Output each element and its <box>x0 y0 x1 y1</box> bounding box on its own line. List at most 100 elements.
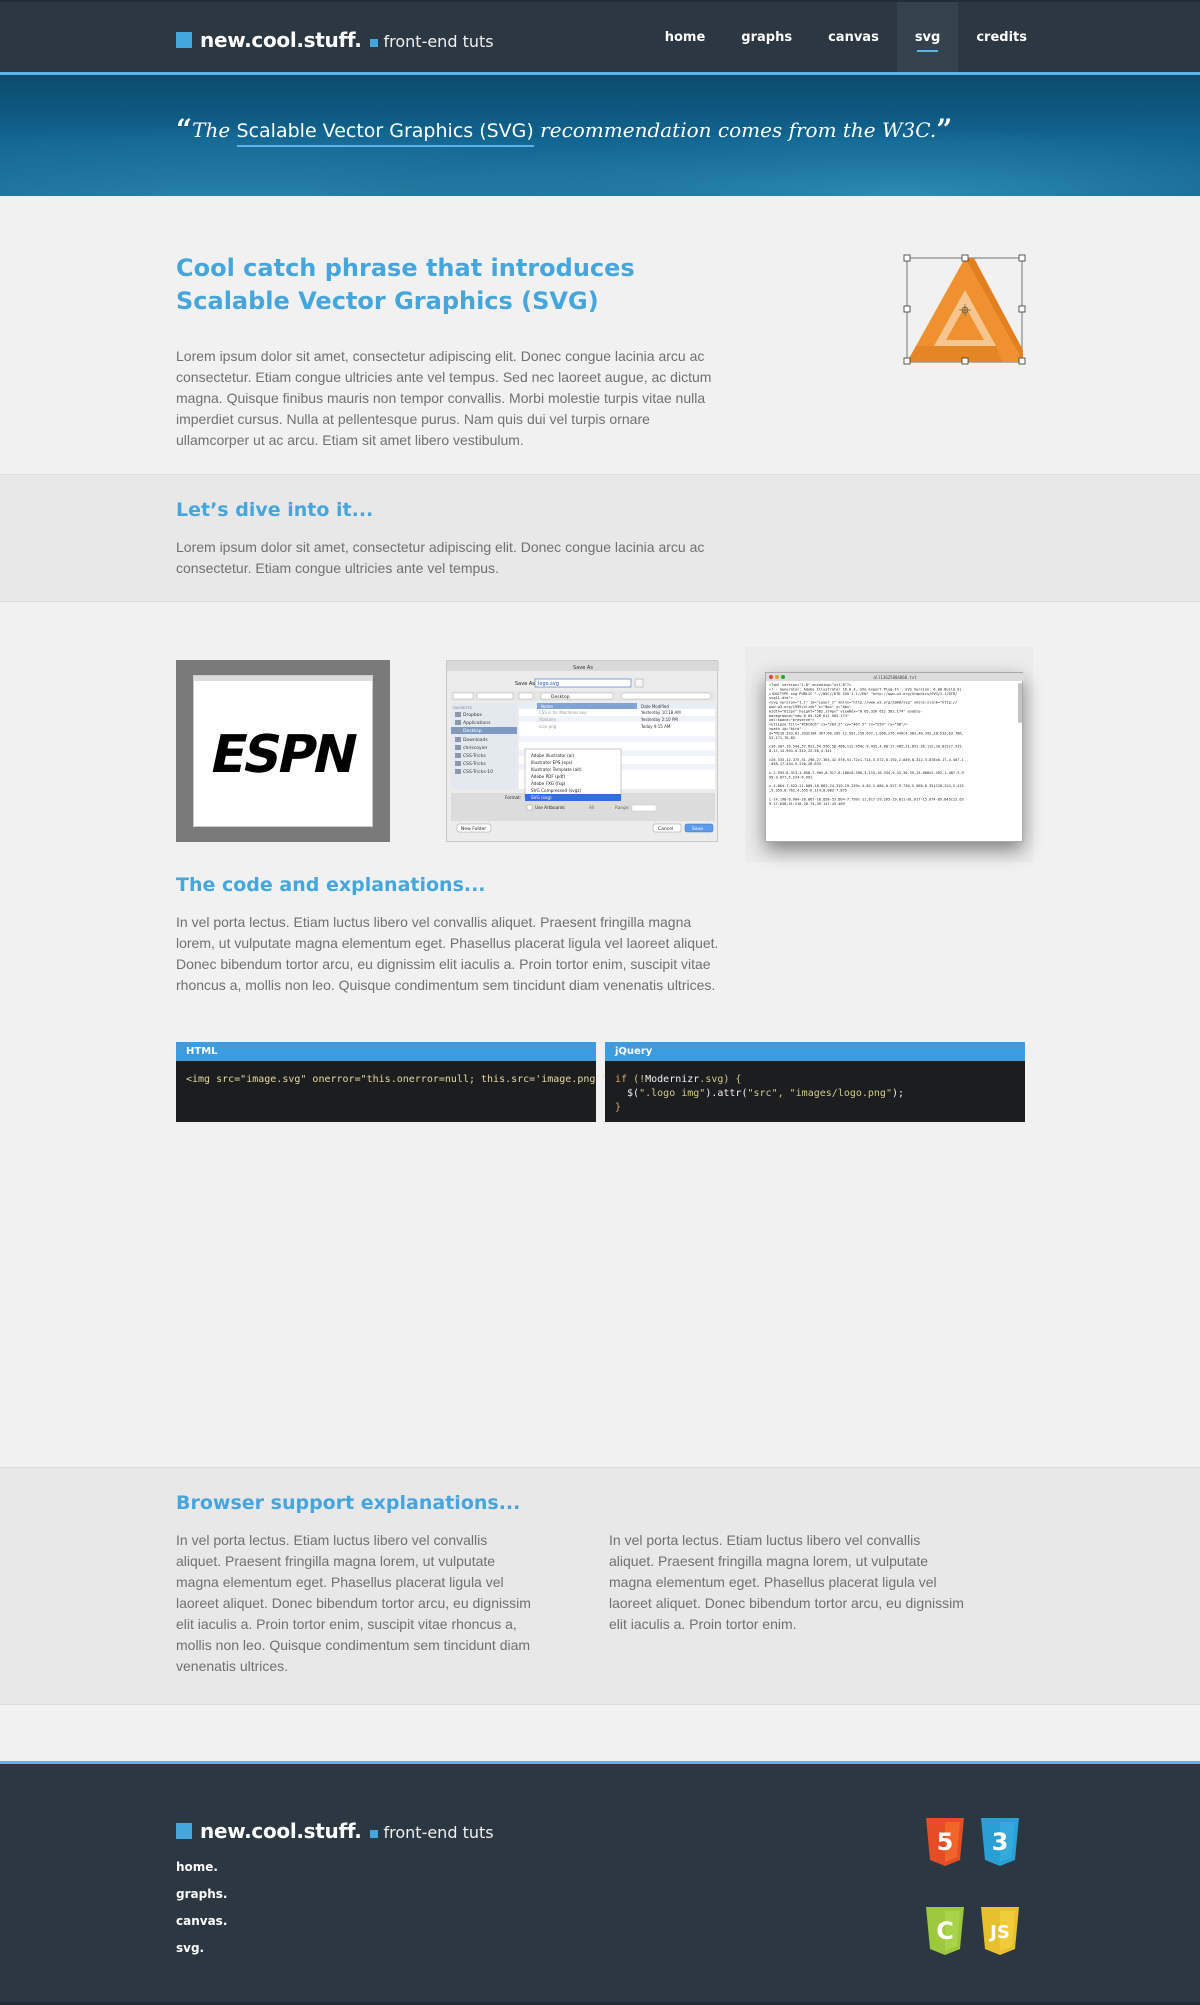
banner-quote: “The Scalable Vector Graphics (SVG) reco… <box>176 113 953 147</box>
svg-text:Illustrator Template (ait): Illustrator Template (ait) <box>531 767 582 772</box>
html5-icon: 5 <box>926 1818 964 1866</box>
nav-graphs[interactable]: graphs <box>723 2 810 72</box>
save-dialog-title: Save As <box>573 665 593 671</box>
footer-link-graphs[interactable]: graphs. <box>176 1887 227 1914</box>
svg-source-line: 0.17,14.943-0.312,22.56,4.341 <box>769 749 832 753</box>
svg-text:Adobe PDF (pdf): Adobe PDF (pdf) <box>531 774 565 779</box>
col-name-header: Name <box>541 704 553 709</box>
code-section: The code and explanations... In vel port… <box>0 852 1200 1467</box>
intro-heading-line2: Scalable Vector Graphics (SVG) <box>176 287 599 315</box>
quote-highlight-link[interactable]: Scalable Vector Graphics (SVG) <box>236 120 534 147</box>
svg-source-line: d="M210.333,61.333C184.367,66.105-12.501… <box>769 731 964 735</box>
svg-source-line: c-1.864-7.522-11.009-18.862-24.319-19.22… <box>769 784 964 788</box>
svg-text:Downloads: Downloads <box>463 737 488 743</box>
footer-link-svg[interactable]: svg. <box>176 1941 227 1968</box>
brand-logo[interactable]: new.cool.stuff. front-end tuts <box>176 28 494 52</box>
svg-source-line: c26.333,12.375,31.296,27.363,42.976,51.7… <box>769 758 964 762</box>
svg-source-line: .058-17.454-5.226-26.633 <box>769 762 821 766</box>
nav-home[interactable]: home <box>647 2 724 72</box>
svg-text:all13625004860.txt: all13625004860.txt <box>873 675 917 680</box>
nav-credits[interactable]: credits <box>958 2 1045 72</box>
jquery-code-snippet[interactable]: if (!Modernizr.svg) { $(".logo img").att… <box>605 1061 1025 1127</box>
close-quote-mark: ” <box>936 113 953 146</box>
svg-source-line: 9-17.638,31.218-28.74,39.147-43.409 <box>769 802 845 806</box>
hero-banner: “The Scalable Vector Graphics (SVG) reco… <box>0 75 1200 196</box>
location-select: Desktop <box>551 694 570 700</box>
svg-source-line: <!-- Generator: Adobe Illustrator 16.0.4… <box>769 687 962 691</box>
footer-brand-tagline: front-end tuts <box>383 1823 494 1842</box>
svg-text:CSS-Tricks: CSS-Tricks <box>463 753 486 759</box>
footer-brand-logo[interactable]: new.cool.stuff. front-end tuts <box>176 1819 494 1843</box>
footer-brand-name: new.cool.stuff. <box>200 1819 362 1843</box>
svg-text:Adobe FXG (fxg): Adobe FXG (fxg) <box>531 781 566 786</box>
quote-post: recommendation comes from the W3C. <box>533 118 937 142</box>
svg-text:Cancel: Cancel <box>658 826 673 832</box>
svg-source-line: <svg version="1.1" id="Layer_1" xmlns="h… <box>769 701 957 705</box>
footer-link-canvas[interactable]: canvas. <box>176 1914 227 1941</box>
jquery-code-box: jQuery if (!Modernizr.svg) { $(".logo im… <box>605 1042 1025 1122</box>
dive-section: Let’s dive into it... Lorem ipsum dolor … <box>0 474 1200 602</box>
dive-heading: Let’s dive into it... <box>176 499 374 521</box>
css3-icon: 3 <box>981 1818 1019 1866</box>
svg-text:Illustrator EPS (eps): Illustrator EPS (eps) <box>531 760 573 765</box>
svg-text:Range:: Range: <box>615 805 630 810</box>
svg-source-line: <path id="bird" <box>769 727 801 731</box>
espn-screenshot: ESPN <box>176 660 390 842</box>
main-nav: home graphs canvas svg credits <box>647 2 1045 72</box>
screenshots-row: ESPN Save As Save As: logo.svg Desktop F… <box>0 602 1200 862</box>
svg-text:Yesterday 10:18 AM: Yesterday 10:18 AM <box>640 710 681 715</box>
browser-support-section: Browser support explanations... In vel p… <box>0 1467 1200 1705</box>
brand-square-icon <box>176 32 192 48</box>
nav-canvas[interactable]: canvas <box>810 2 897 72</box>
svg-text:Today 9:15 AM: Today 9:15 AM <box>640 724 671 729</box>
intro-heading: Cool catch phrase that introduces Scalab… <box>176 252 716 318</box>
svg-text:New Folder: New Folder <box>461 826 486 832</box>
svg-text:Save: Save <box>692 826 703 832</box>
svg-text:Desktop: Desktop <box>463 728 482 734</box>
svg-source-line: svg11.dtd"> <box>769 696 794 700</box>
svg-text:5: 5 <box>937 1828 954 1856</box>
espn-artboard: ESPN <box>193 675 373 827</box>
intro-paragraph: Lorem ipsum dolor sit amet, consectetur … <box>176 348 712 448</box>
html-code-box: HTML <img src="image.svg" onerror="this.… <box>176 1042 613 1122</box>
support-paragraph-right: In vel porta lectus. Etiam luctus libero… <box>609 1532 964 1632</box>
support-paragraph-left: In vel porta lectus. Etiam luctus libero… <box>176 1532 531 1674</box>
javascript-icon: JS <box>981 1907 1019 1955</box>
svg-text:CSS is for Machines.key: CSS is for Machines.key <box>539 710 587 715</box>
svg-triangle-logo-icon <box>903 254 1026 365</box>
svg-source-line: background="new 0 65.326 612 582.174" <box>769 714 849 718</box>
html-code-snippet[interactable]: <img src="image.svg" onerror="this.onerr… <box>176 1061 613 1099</box>
svg-text:All: All <box>589 805 594 810</box>
svg-text:CSS-Tricks-10: CSS-Tricks-10 <box>463 769 493 775</box>
espn-logo-text: ESPN <box>205 725 360 785</box>
canvas-icon: C <box>926 1907 964 1955</box>
footer-nav: home. graphs. canvas. svg. <box>176 1860 227 1968</box>
quote-pre: The <box>192 118 237 142</box>
col-date-header: Date Modified <box>641 704 669 709</box>
svg-text:Statutes: Statutes <box>539 717 556 722</box>
brand-name: new.cool.stuff. <box>200 28 362 52</box>
brand-small-square-icon <box>369 39 378 47</box>
format-svg-selected: SVG (svg) <box>531 795 552 800</box>
svg-text:Use Artboards: Use Artboards <box>535 805 565 810</box>
site-footer: new.cool.stuff. front-end tuts home. gra… <box>0 1761 1200 2005</box>
svg-source-line: <?xml version="1.0" encoding="utf-8"?> <box>769 683 852 687</box>
svg-source-line: c36.307,16.544,57.822,54.556,50.486,112.… <box>769 745 964 749</box>
jquery-code-title: jQuery <box>605 1042 1025 1061</box>
svg-text:3: 3 <box>992 1828 1009 1856</box>
text-editor-window: all13625004860.txt <?xml version="1.0" e… <box>765 672 1024 842</box>
svg-source-screenshot: all13625004860.txt <?xml version="1.0" e… <box>745 647 1033 862</box>
brand-tagline: front-end tuts <box>383 32 494 51</box>
code-paragraph: In vel porta lectus. Etiam luctus libero… <box>176 914 719 993</box>
html-code-title: HTML <box>176 1042 596 1061</box>
svg-source-line: www.w3.org/1999/xlink" x="0px" y="0px" <box>769 705 851 709</box>
svg-source-line: ,5.359,8.762,4.555-6.114,8.082-7.875 <box>769 789 847 793</box>
nav-svg[interactable]: svg <box>896 2 959 72</box>
espn-logo-icon: ESPN <box>194 676 372 785</box>
footer-link-home[interactable]: home. <box>176 1860 227 1887</box>
site-header: new.cool.stuff. front-end tuts home grap… <box>0 0 1200 75</box>
save-as-value: logo.svg <box>538 681 559 687</box>
svg-text:Dropbox: Dropbox <box>463 712 482 718</box>
svg-source-line: width="612px" height="582.174px" viewBox… <box>769 709 923 713</box>
